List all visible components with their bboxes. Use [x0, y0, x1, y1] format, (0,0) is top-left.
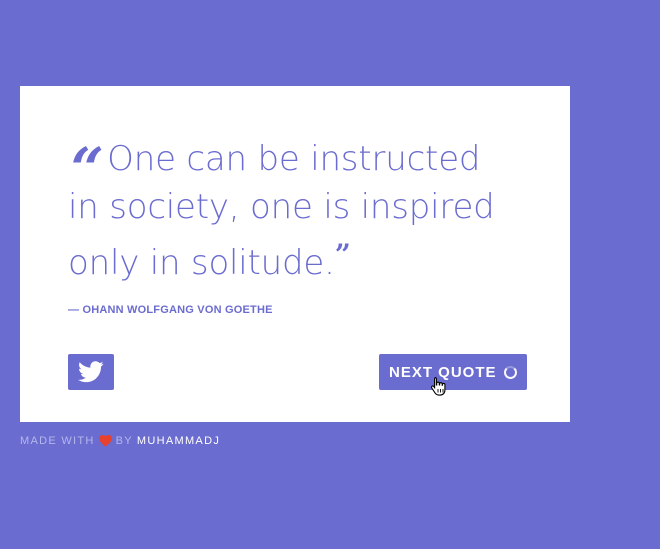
footer-by: BY — [115, 435, 133, 447]
quote-text-line: “One can be instructed in society, one i… — [62, 135, 508, 287]
quote-author: — OHANN WOLFGANG VON GOETHE — [68, 304, 273, 316]
spinner-icon — [503, 365, 517, 379]
quote-block: “One can be instructed in society, one i… — [62, 135, 508, 316]
heart-icon — [98, 435, 112, 447]
tweet-button[interactable] — [68, 354, 114, 390]
open-quote-icon: “ — [62, 135, 108, 203]
footer-made-with: MADE WITH — [20, 435, 95, 447]
twitter-icon — [78, 361, 104, 383]
next-quote-label: NEXT QUOTE — [389, 363, 497, 381]
close-quote-icon: ” — [334, 238, 351, 271]
footer-author-link[interactable]: MUHAMMADJ — [137, 435, 220, 447]
footer: MADE WITH BY MUHAMMADJ — [20, 435, 220, 447]
next-quote-button[interactable]: NEXT QUOTE — [379, 354, 527, 390]
quote-card: “One can be instructed in society, one i… — [20, 86, 570, 422]
quote-text: One can be instructed in society, one is… — [68, 139, 495, 283]
